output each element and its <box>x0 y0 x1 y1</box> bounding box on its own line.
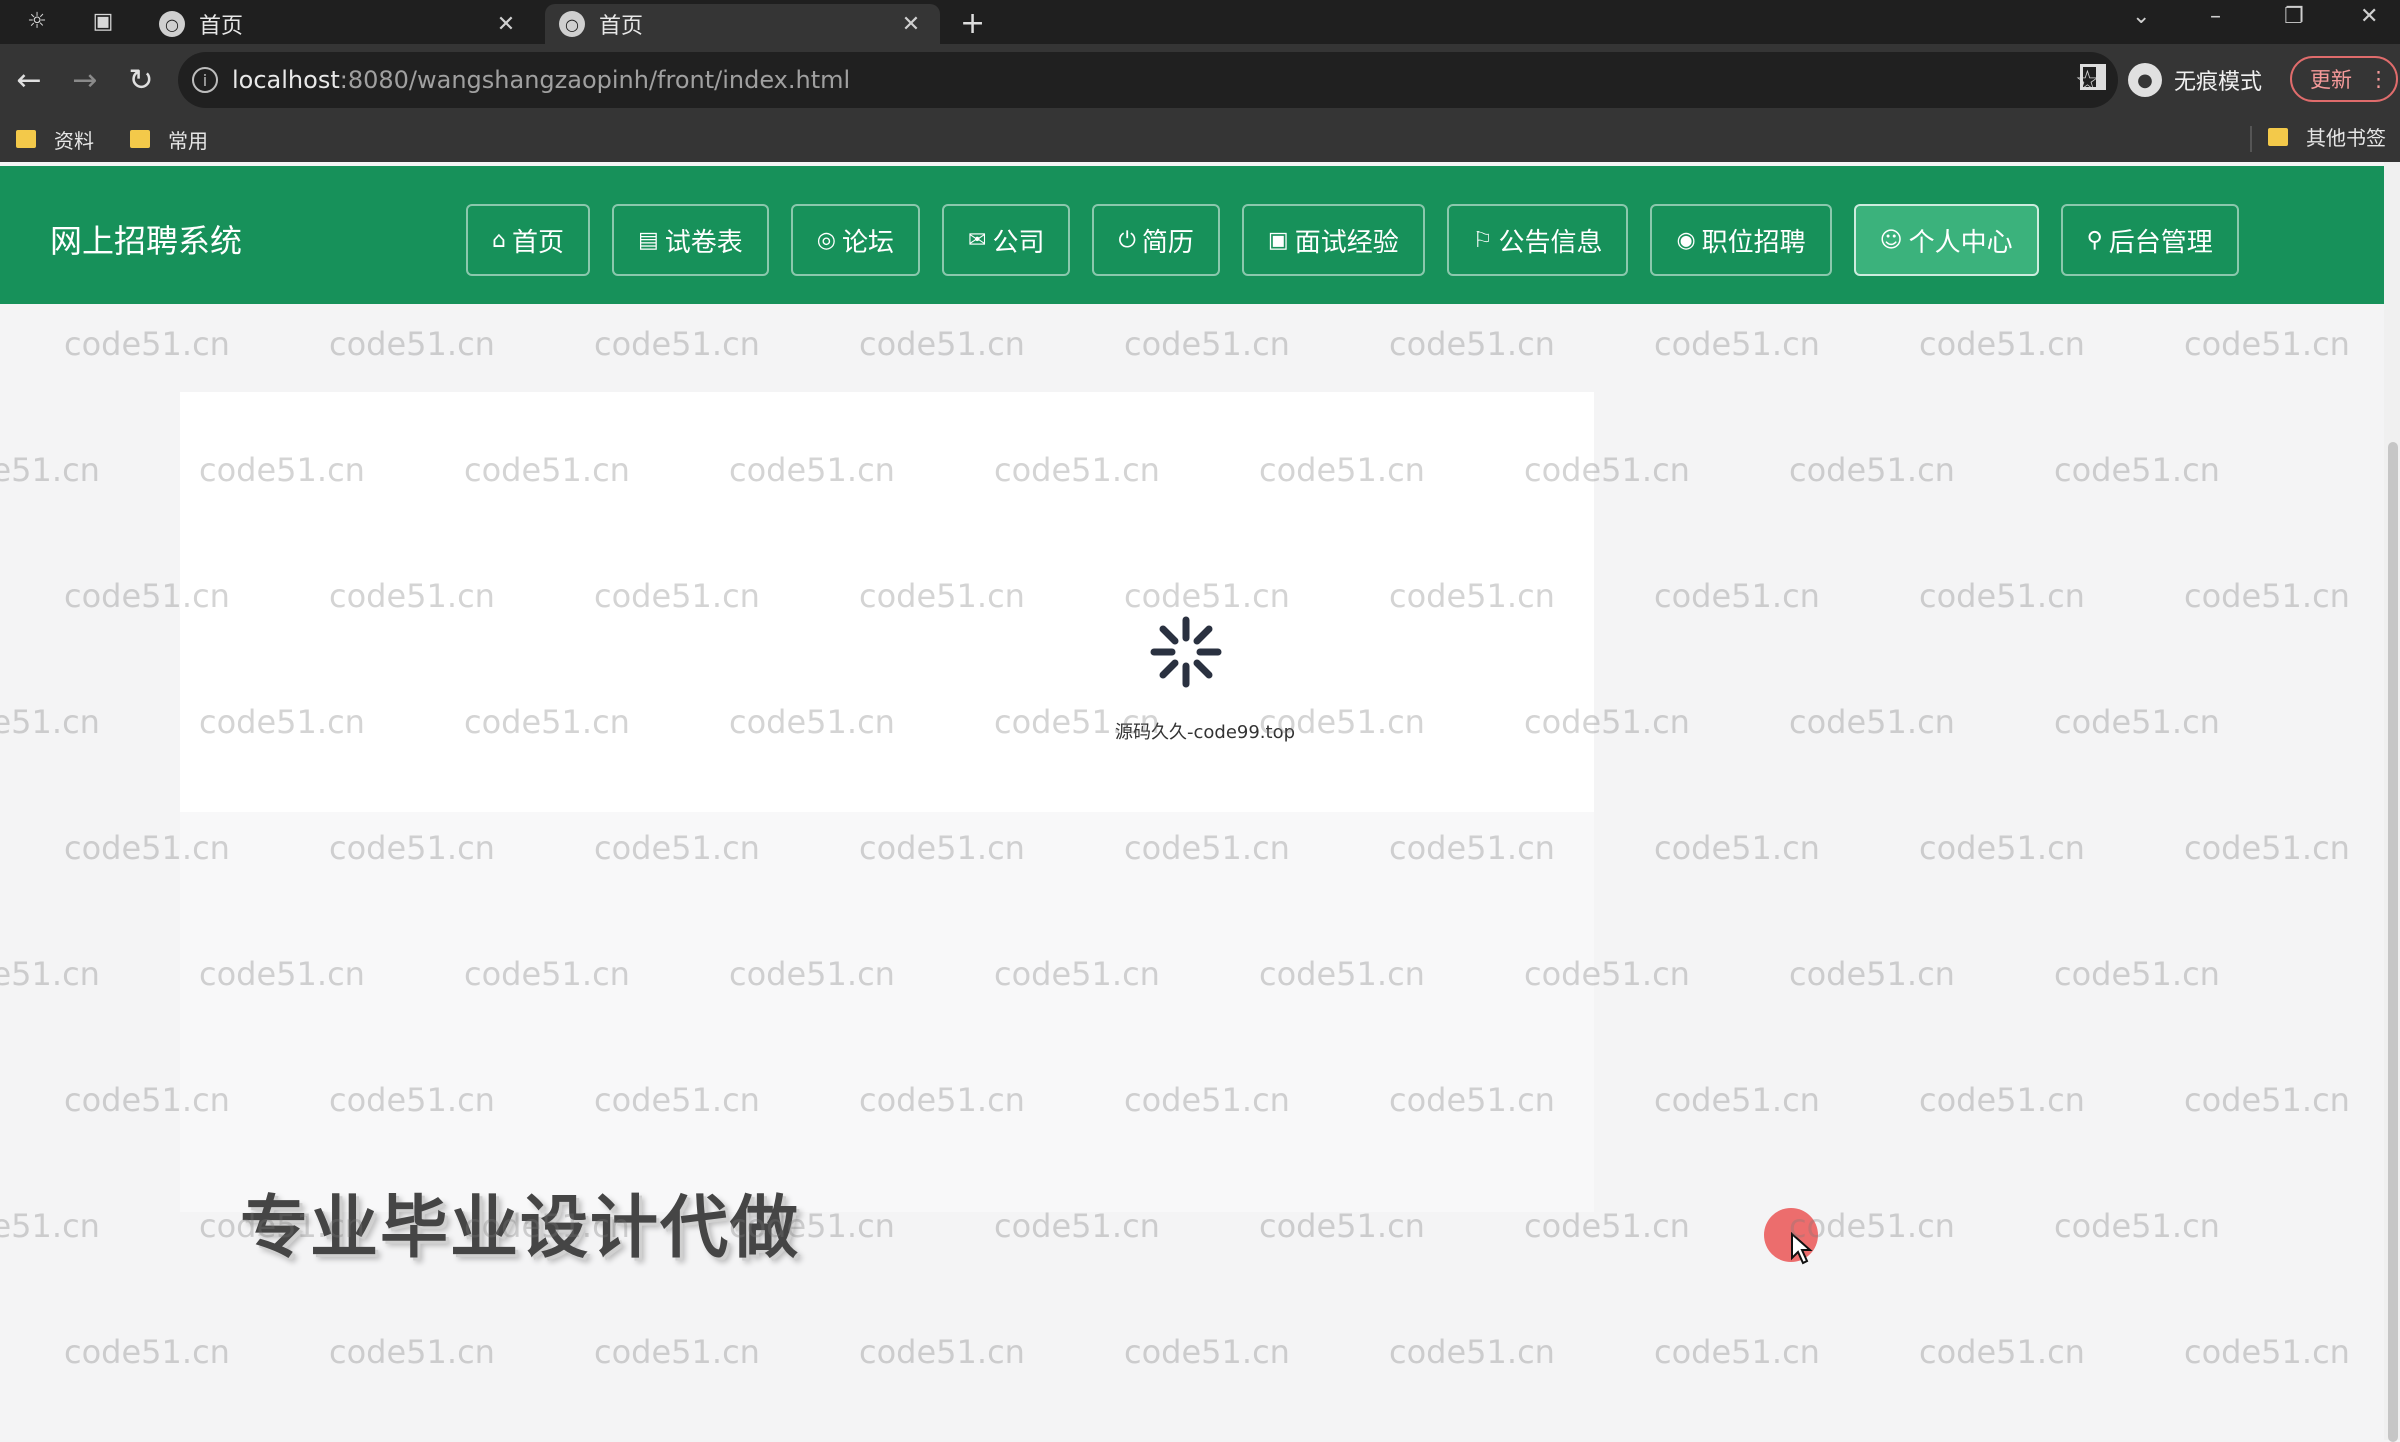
menu-item-admin[interactable]: ⚲ 后台管理 <box>2060 204 2239 276</box>
link-icon: ⚲ <box>2086 227 2103 253</box>
other-bookmarks-label: 其他书签 <box>2306 126 2386 150</box>
mouse-cursor-icon <box>1791 1232 1813 1265</box>
menu-label: 公司 <box>992 227 1045 258</box>
reload-icon[interactable]: ↻ <box>114 53 168 107</box>
browser-tab-strip: ☼ ▣ ○ 首页 ✕ ○ 首页 ✕ + ⌄ – ❐ ✕ <box>0 0 2400 44</box>
user-icon: ☺ <box>1879 227 1903 253</box>
incognito-indicator[interactable]: ● 无痕模式 <box>2128 58 2262 102</box>
other-bookmarks-folder[interactable]: 其他书签 <box>2268 122 2386 151</box>
folder-icon <box>2268 127 2288 146</box>
site-header: 网上招聘系统 ⌂ 首页 ▤ 试卷表 ◎ 论坛 ✉ 公司 ⏻ 简历 ▣ 面试经验 ⚐ 公告信息 … <box>0 166 2384 304</box>
menu-label: 公告信息 <box>1498 227 1603 258</box>
menu-label: 简历 <box>1141 227 1194 258</box>
bookmarks-bar: 资料 常用 其他书签 <box>0 116 2400 162</box>
menu-label: 职位招聘 <box>1701 227 1806 258</box>
loading-card <box>180 392 1594 812</box>
update-button[interactable]: 更新 ⋮ <box>2290 56 2398 102</box>
menu-label: 面试经验 <box>1294 227 1399 258</box>
menu-label: 试卷表 <box>664 227 743 258</box>
close-icon[interactable]: ✕ <box>896 12 926 37</box>
content-panel <box>180 812 1594 1212</box>
url-text: localhost:8080/wangshangzaopinh/front/in… <box>232 66 851 94</box>
side-panel-icon[interactable] <box>2080 64 2106 90</box>
interview-icon: ▣ <box>1267 227 1289 253</box>
web-page: 网上招聘系统 ⌂ 首页 ▤ 试卷表 ◎ 论坛 ✉ 公司 ⏻ 简历 ▣ 面试经验 ⚐ 公告信息 … <box>0 162 2384 1440</box>
forum-icon: ◎ <box>816 227 836 253</box>
bookmark-label: 常用 <box>168 128 208 153</box>
browser-tab-title: 首页 <box>599 14 644 39</box>
window-close-icon[interactable]: ✕ <box>2360 4 2378 29</box>
job-icon: ◉ <box>1676 227 1696 253</box>
incognito-icon: ● <box>2128 63 2162 97</box>
main-menu: ⌂ 首页 ▤ 试卷表 ◎ 论坛 ✉ 公司 ⏻ 简历 ▣ 面试经验 ⚐ 公告信息 ◉ 职位招聘 ☺… <box>466 204 2239 276</box>
exam-icon: ▤ <box>637 227 659 253</box>
address-bar[interactable]: i localhost:8080/wangshangzaopinh/front/… <box>178 52 2118 108</box>
close-icon[interactable]: ✕ <box>491 12 521 37</box>
globe-icon: ○ <box>559 11 585 37</box>
bookmark-separator <box>2250 126 2252 152</box>
bookmark-folder-changyong[interactable]: 常用 <box>130 125 208 154</box>
menu-item-home[interactable]: ⌂ 首页 <box>466 204 590 276</box>
promo-banner-text: 专业毕业设计代做 <box>240 1189 801 1268</box>
notice-icon: ⚐ <box>1472 227 1493 253</box>
menu-label: 首页 <box>511 227 564 258</box>
menu-label: 个人中心 <box>1908 227 2013 258</box>
incognito-label: 无痕模式 <box>2174 70 2263 95</box>
scrollbar-thumb[interactable] <box>2388 442 2398 1442</box>
menu-label: 论坛 <box>842 227 895 258</box>
resume-icon: ⏻ <box>1118 227 1136 253</box>
folder-icon <box>130 130 150 148</box>
menu-label: 后台管理 <box>2108 227 2213 258</box>
menu-item-resume[interactable]: ⏻ 简历 <box>1092 204 1220 276</box>
more-menu-icon[interactable]: ⋮ <box>2368 67 2389 91</box>
site-title: 网上招聘系统 <box>50 222 243 260</box>
home-icon: ⌂ <box>492 227 506 253</box>
tab-list-chevron-icon[interactable]: ⌄ <box>2132 4 2150 29</box>
browser-tab-2[interactable]: ○ 首页 ✕ <box>545 4 940 44</box>
menu-item-interview[interactable]: ▣ 面试经验 <box>1241 204 1425 276</box>
bookmark-folder-ziliao[interactable]: 资料 <box>16 125 94 154</box>
menu-item-jobs[interactable]: ◉ 职位招聘 <box>1650 204 1832 276</box>
browser-tab-title: 首页 <box>199 14 244 39</box>
new-tab-button[interactable]: + <box>960 6 985 41</box>
browser-profile-icon[interactable]: ☼ <box>16 0 58 42</box>
loading-text: 源码久久-code99.top <box>1114 722 1296 743</box>
update-label: 更新 <box>2310 68 2352 92</box>
company-icon: ✉ <box>968 227 987 253</box>
restore-icon[interactable]: ❐ <box>2284 4 2304 29</box>
info-icon[interactable]: i <box>192 67 218 93</box>
loading-spinner-icon <box>1150 616 1222 688</box>
menu-item-exam[interactable]: ▤ 试卷表 <box>611 204 769 276</box>
bookmark-label: 资料 <box>54 128 94 153</box>
browser-toolbar: ← → ↻ i localhost:8080/wangshangzaopinh/… <box>0 44 2400 162</box>
menu-item-forum[interactable]: ◎ 论坛 <box>790 204 921 276</box>
globe-icon: ○ <box>159 11 185 37</box>
menu-item-company[interactable]: ✉ 公司 <box>942 204 1071 276</box>
minimize-icon[interactable]: – <box>2210 4 2221 29</box>
forward-arrow-icon[interactable]: → <box>58 53 112 107</box>
page-scrollbar[interactable] <box>2384 162 2400 1442</box>
menu-item-notice[interactable]: ⚐ 公告信息 <box>1446 204 1629 276</box>
tab-search-icon[interactable]: ▣ <box>82 0 124 42</box>
back-arrow-icon[interactable]: ← <box>2 53 56 107</box>
folder-icon <box>16 130 36 148</box>
menu-item-personal-center[interactable]: ☺ 个人中心 <box>1853 204 2039 276</box>
browser-tab-1[interactable]: ○ 首页 ✕ <box>145 4 535 44</box>
